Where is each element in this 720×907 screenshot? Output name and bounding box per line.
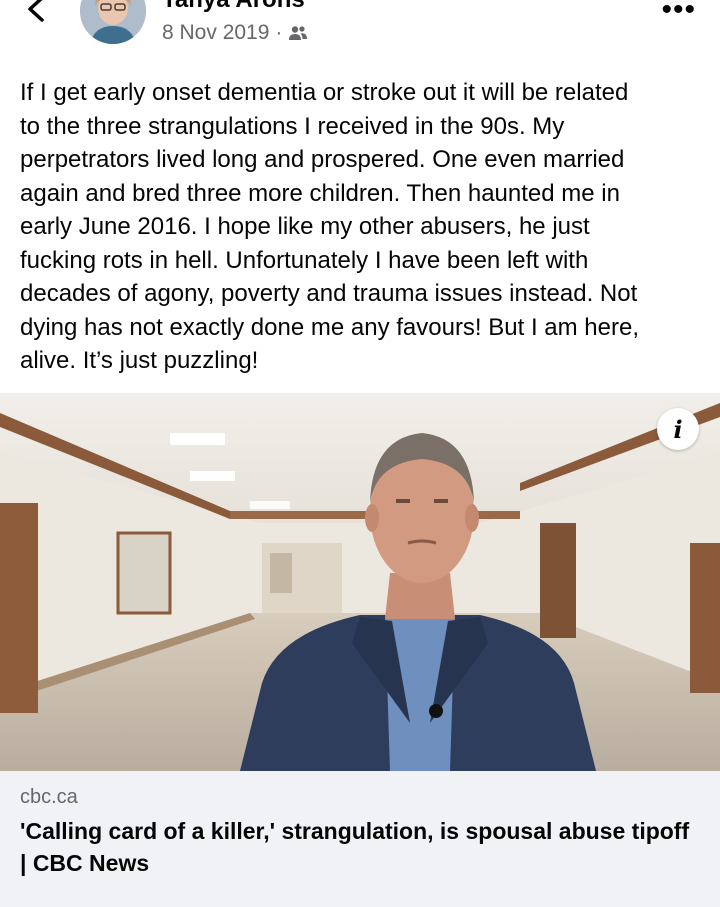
info-button[interactable]: i <box>657 408 699 450</box>
meta-separator: · <box>275 21 283 44</box>
link-preview-footer[interactable]: cbc.ca 'Calling card of a killer,' stran… <box>0 771 720 907</box>
news-photo-icon <box>0 393 720 771</box>
link-preview-card[interactable]: i cbc.ca 'Calling card of a killer,' str… <box>0 393 720 907</box>
post-meta: 8 Nov 2019 · <box>162 20 308 46</box>
link-domain: cbc.ca <box>20 786 78 808</box>
author-name[interactable]: Tanya Arons <box>162 0 305 14</box>
link-preview-image[interactable]: i <box>0 393 720 771</box>
friends-icon <box>289 26 308 40</box>
more-options-button[interactable]: ••• <box>661 0 696 25</box>
link-title[interactable]: 'Calling card of a killer,' strangulatio… <box>20 815 700 879</box>
post-header: Tanya Arons 8 Nov 2019 · ••• <box>0 0 720 60</box>
avatar[interactable] <box>80 0 146 44</box>
post-date[interactable]: 8 Nov 2019 <box>162 20 269 46</box>
back-arrow-icon[interactable] <box>22 0 52 24</box>
profile-photo-icon <box>80 0 146 44</box>
post-text: If I get early onset dementia or stroke … <box>20 79 640 374</box>
